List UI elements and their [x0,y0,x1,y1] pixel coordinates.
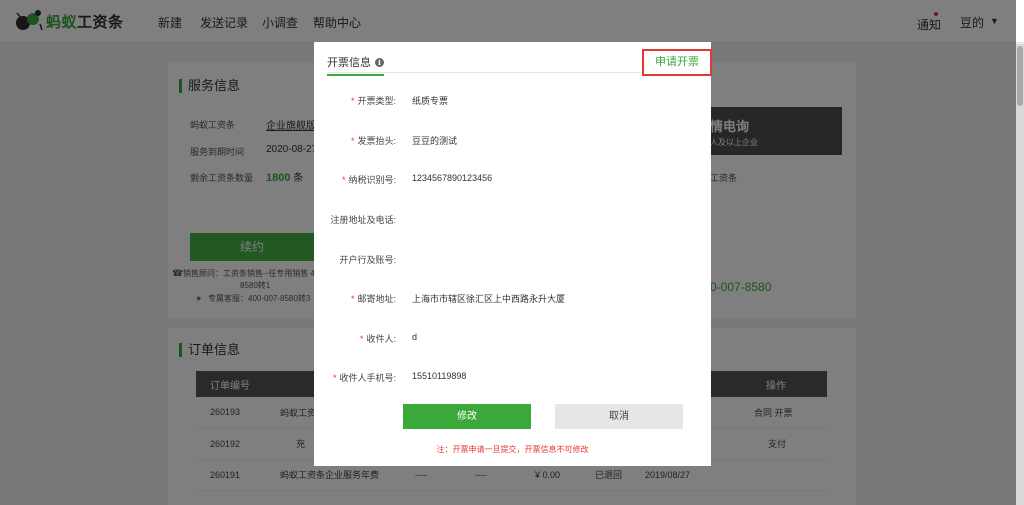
field-label-recipient-phone: * 收件人手机号: [332,373,396,383]
field-label-invoice-title: * 发票抬头: [350,136,396,146]
field-label-bank-account: 开户行及账号: [339,255,396,265]
field-value-invoice-type: 纸质专票 [412,96,449,106]
field-value-recipient-phone: 15510119898 [412,371,467,381]
field-label-invoice-type: * 开票类型: [350,96,396,106]
field-value-invoice-title: 豆豆的测试 [412,136,458,146]
cancel-button[interactable]: 取消 [555,404,683,429]
field-label-tax-id: * 纳税识别号: [341,175,396,185]
page-scrollbar[interactable] [1016,44,1024,505]
field-label-recipient: * 收件人: [359,334,396,344]
field-value-mailing-address: 上海市市辖区徐汇区上中西路永升大厦 [412,294,566,304]
invoice-info-modal: 开票信息 i 申请开票 * 开票类型: 纸质专票 * 发票抬头: 豆豆的测试 * 纳税识… [314,42,712,466]
field-value-recipient: d [412,332,418,342]
field-value-tax-id: 1234567890123456 [412,173,493,183]
submission-note: 注：开票申请一旦提交，开票信息不可修改 [436,445,589,454]
field-label-mailing-address: * 邮寄地址: [350,294,396,304]
apply-invoice-link[interactable]: 申请开票 [642,49,712,76]
page-scrollbar-thumb[interactable] [1017,46,1023,106]
info-icon[interactable]: i [375,58,384,67]
field-label-address-phone: 注册地址及电话: [330,215,396,225]
modify-button[interactable]: 修改 [403,404,531,429]
